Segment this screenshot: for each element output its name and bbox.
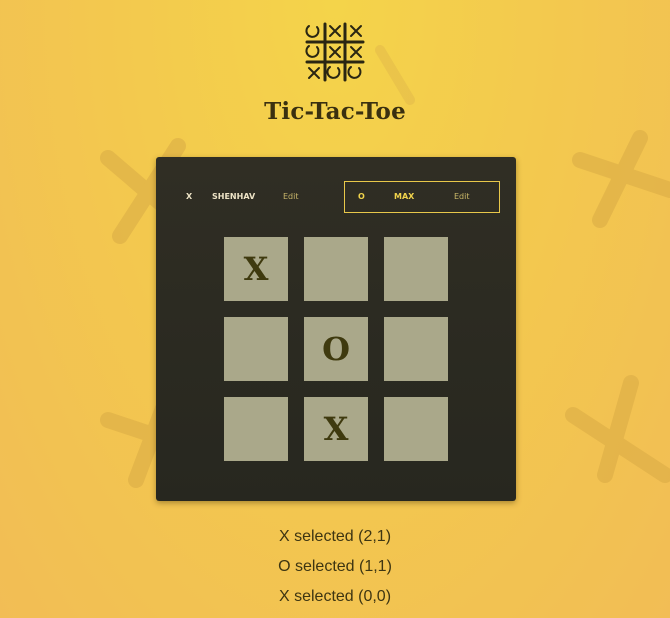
board-cell[interactable] [224,397,288,461]
player-2-card-active: O MAX Edit [344,181,500,213]
move-log: X selected (2,1) O selected (1,1) X sele… [0,526,670,616]
board-cell[interactable]: X [224,237,288,301]
player-1-name: SHENHAV [212,192,256,201]
board-cell[interactable] [384,397,448,461]
board-cell[interactable] [224,317,288,381]
board-cell[interactable] [304,237,368,301]
game-panel: X SHENHAV Edit O MAX Edit X O X [156,157,516,501]
tic-tac-toe-logo-icon [303,20,367,84]
board-cell[interactable]: X [304,397,368,461]
board-cell[interactable] [384,317,448,381]
log-entry: O selected (1,1) [278,558,392,575]
board-cell[interactable]: O [304,317,368,381]
player-1-card: X SHENHAV Edit [156,181,331,213]
player-2-edit-button[interactable]: Edit [454,192,470,201]
player-2-symbol: O [358,192,365,201]
player-1-edit-button[interactable]: Edit [283,192,299,201]
log-entry: X selected (2,1) [278,528,392,545]
page-title: Tic-Tac-Toe [264,98,406,125]
background-x-mark-icon [565,375,670,485]
player-1-symbol: X [186,192,193,201]
background-x-mark-icon [570,130,670,240]
player-2-name: MAX [394,192,415,201]
board-cell[interactable] [384,237,448,301]
log-entry: X selected (0,0) [278,588,392,605]
